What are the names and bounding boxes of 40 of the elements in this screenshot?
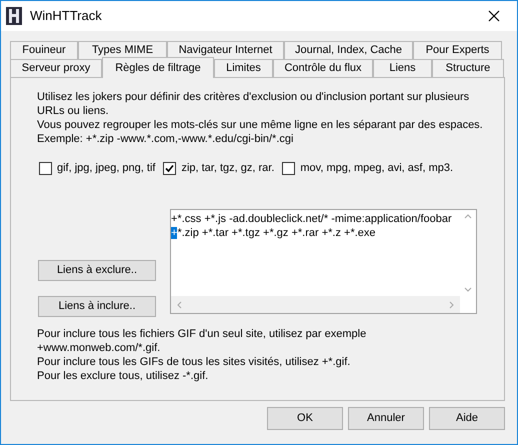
checkbox[interactable] bbox=[163, 162, 176, 175]
tab[interactable]: Pour Experts bbox=[413, 41, 502, 59]
app-logo-icon bbox=[6, 7, 22, 25]
filter-text: *.zip +*.tar +*.tgz +*.gz +*.rar +*.z +*.exe bbox=[177, 227, 376, 239]
checkbox-label: mov, mpg, mpeg, avi, asf, mp3. bbox=[300, 161, 454, 176]
tab[interactable]: Serveur proxy bbox=[10, 59, 102, 77]
filter-button[interactable]: Liens à exclure.. bbox=[38, 260, 156, 281]
dialog-button[interactable]: Aide bbox=[429, 407, 505, 430]
horizontal-scrollbar[interactable] bbox=[171, 296, 460, 313]
scroll-left-icon[interactable] bbox=[177, 300, 182, 308]
scroll-right-icon[interactable] bbox=[449, 300, 454, 308]
tab[interactable]: Liens bbox=[373, 59, 432, 77]
help-text: Pour inclure tous les GIFs de tous les sites visités, utilisez +*.gif. bbox=[37, 355, 352, 369]
tab[interactable]: Navigateur Internet bbox=[167, 41, 284, 59]
tab[interactable]: Limites bbox=[214, 59, 273, 77]
checkbox[interactable] bbox=[282, 162, 296, 175]
selected-text: + bbox=[171, 227, 178, 239]
filter-text: +*.css +*.js -ad.doubleclick.net/* -mime:application/foobar bbox=[171, 213, 452, 225]
scroll-up-icon[interactable] bbox=[464, 214, 472, 219]
tab[interactable]: Structure bbox=[432, 59, 504, 77]
filter-button[interactable]: Liens à inclure.. bbox=[38, 296, 156, 317]
tab[interactable]: Règles de filtrage bbox=[102, 57, 214, 78]
instruction-text: Exemple: +*.zip -www.*.com,-www.*.edu/cgi-bin/*.cgi bbox=[37, 132, 294, 146]
help-text: Pour les exclure tous, utilisez -*.gif. bbox=[37, 369, 210, 383]
scroll-down-icon[interactable] bbox=[464, 287, 472, 292]
instruction-text: Vous pouvez regrouper les mots-clés sur une même ligne en les séparant par des espaces. bbox=[37, 118, 484, 132]
close-icon[interactable] bbox=[488, 10, 500, 22]
instruction-text: Utilisez les jokers pour définir des critères d'exclusion ou d'inclusion portant sur plusieurs URLs ou liens. bbox=[37, 90, 470, 118]
tab[interactable]: Contrôle du flux bbox=[273, 59, 373, 77]
checkbox-label: gif, jpg, jpeg, png, tif bbox=[57, 161, 156, 176]
checkbox-label: zip, tar, tgz, gz, rar. bbox=[181, 161, 274, 176]
tab[interactable]: Journal, Index, Cache bbox=[284, 41, 413, 59]
help-text: Pour inclure tous les fichiers GIF d'un seul site, utilisez par exemple +www.monweb.com/*.gif. bbox=[37, 327, 368, 355]
window-title: WinHTTrack bbox=[30, 7, 102, 26]
filter-text-area[interactable]: +*.css +*.js -ad.doubleclick.net/* -mime:application/foobar +*.zip +*.tar +*.tgz +*.gz +*.rar +*.z +*.exe bbox=[170, 209, 477, 314]
dialog-button[interactable]: OK bbox=[267, 407, 343, 430]
tab[interactable]: Types MIME bbox=[78, 41, 167, 59]
checkbox[interactable] bbox=[39, 162, 52, 175]
tab[interactable]: Fouineur bbox=[10, 41, 78, 59]
dialog-button[interactable]: Annuler bbox=[348, 407, 424, 430]
